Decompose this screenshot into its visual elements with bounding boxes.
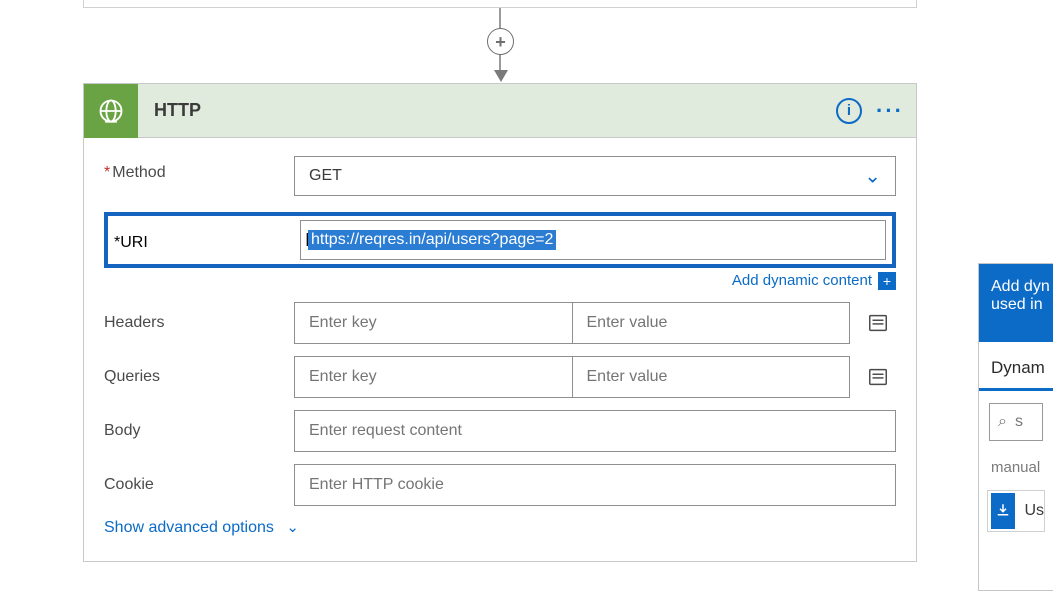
method-label: *Method [104,156,294,182]
headers-text-mode-button[interactable] [864,309,892,337]
advanced-options-row: Show advanced options ⌄ [104,518,896,537]
card-title: HTTP [154,100,201,121]
method-value: GET [309,167,342,185]
add-dynamic-content-link[interactable]: Add dynamic content [732,272,872,290]
body-input[interactable] [294,410,896,452]
search-icon: ⌕ [998,413,1007,431]
queries-text-mode-button[interactable] [864,363,892,391]
queries-value-input[interactable] [573,356,851,398]
uri-input[interactable]: I https://reqres.in/api/users?page=2 [300,220,886,260]
headers-key-input[interactable] [294,302,573,344]
method-row: *Method GET ⌄ [104,156,896,196]
show-advanced-options-link[interactable]: Show advanced options [104,519,274,536]
cookie-input[interactable] [294,464,896,506]
queries-key-input[interactable] [294,356,573,398]
body-row: Body [104,410,896,452]
body-label: Body [104,422,294,440]
dynamic-content-item[interactable]: Us [987,490,1045,532]
chevron-down-icon: ⌄ [286,519,299,536]
tab-dynamic-content[interactable]: Dynam [979,342,1053,391]
uri-label: *URI [114,228,300,252]
plus-icon[interactable]: + [878,272,896,290]
panel-header: Add dyn used in [979,264,1053,342]
queries-label: Queries [104,368,294,386]
card-header[interactable]: HTTP i ··· [84,84,916,138]
method-select[interactable]: GET ⌄ [294,156,896,196]
cookie-row: Cookie [104,464,896,506]
headers-label: Headers [104,314,294,332]
uri-value: https://reqres.in/api/users?page=2 [308,230,556,250]
chevron-down-icon: ⌄ [864,164,881,189]
download-icon [991,493,1015,529]
panel-group-label: manual [979,441,1053,486]
http-connector-icon [84,84,138,138]
card-body: *Method GET ⌄ *URI I https://reqres.in/a… [84,138,916,561]
previous-card-bottom-edge [83,0,917,8]
headers-value-input[interactable] [573,302,851,344]
cookie-label: Cookie [104,476,294,494]
insert-step-button[interactable]: + [487,28,514,55]
uri-row: *URI I https://reqres.in/api/users?page=… [104,212,896,268]
panel-search-input[interactable]: ⌕ s [989,403,1043,441]
http-action-card: HTTP i ··· *Method GET ⌄ [83,83,917,562]
headers-row: Headers [104,302,896,344]
queries-row: Queries [104,356,896,398]
connector-arrow-head [494,70,508,82]
info-icon[interactable]: i [836,98,862,124]
card-menu-button[interactable]: ··· [876,100,904,122]
dynamic-content-row: Add dynamic content + [104,272,896,290]
dynamic-content-panel: Add dyn used in Dynam ⌕ s manual Us [978,263,1053,591]
